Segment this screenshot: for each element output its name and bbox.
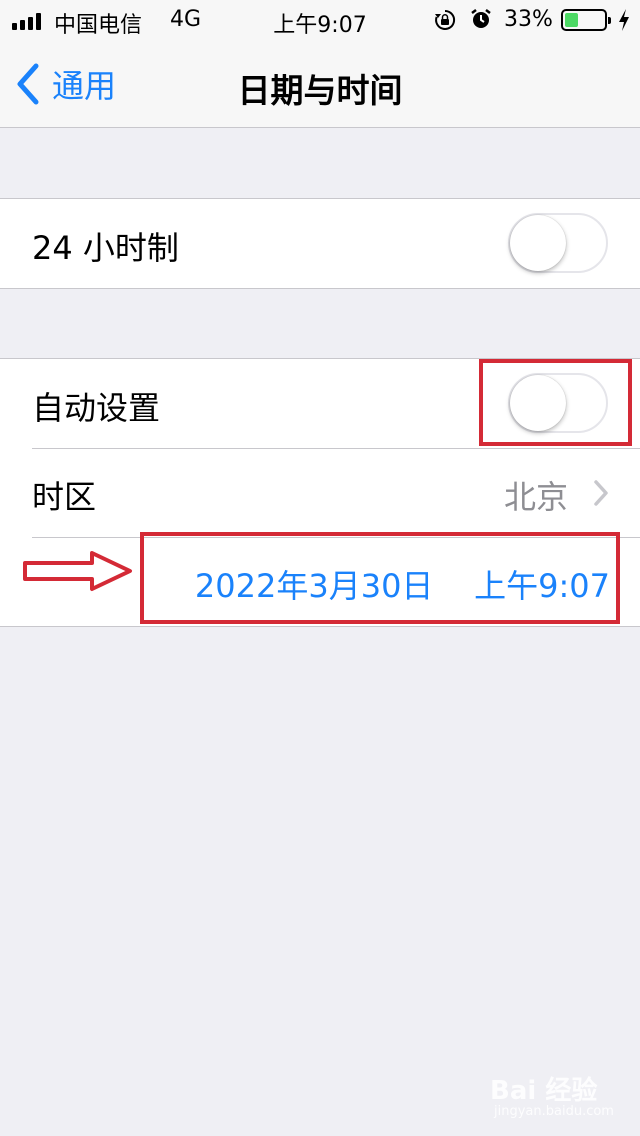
toggle-24-hour[interactable]: [508, 213, 608, 273]
alarm-icon: [471, 9, 491, 28]
highlight-box-auto-set: [479, 359, 632, 446]
battery-icon: [561, 9, 611, 31]
watermark-sub: jingyan.baidu.com: [494, 1104, 614, 1119]
chevron-right-icon: [594, 480, 608, 506]
highlight-box-datetime: [140, 532, 620, 624]
watermark-logo: Bai 经验 jingyan.baidu.com: [490, 1070, 620, 1126]
page-title: 日期与时间: [237, 71, 403, 110]
orientation-lock-icon: [435, 9, 456, 30]
charging-bolt-icon: [619, 9, 629, 31]
timezone-value: 北京: [503, 478, 568, 516]
setting-label-timezone: 时区: [32, 478, 97, 516]
battery-fill: [565, 13, 578, 27]
setting-label-24-hour: 24 小时制: [32, 229, 179, 267]
watermark-main: Bai 经验: [490, 1076, 598, 1106]
battery-percent: 33%: [504, 7, 553, 32]
toggle-knob: [510, 215, 566, 271]
navigation-bar: 通用 日期与时间: [0, 40, 640, 128]
arrow-right-icon: [23, 551, 132, 591]
setting-row-24-hour: 24 小时制: [0, 199, 640, 288]
status-bar: 中国电信 4G 上午9:07 33%: [0, 0, 640, 40]
settings-group-format: 24 小时制: [0, 198, 640, 289]
setting-row-timezone[interactable]: 时区 北京: [0, 448, 640, 537]
setting-label-auto-set: 自动设置: [32, 389, 161, 427]
